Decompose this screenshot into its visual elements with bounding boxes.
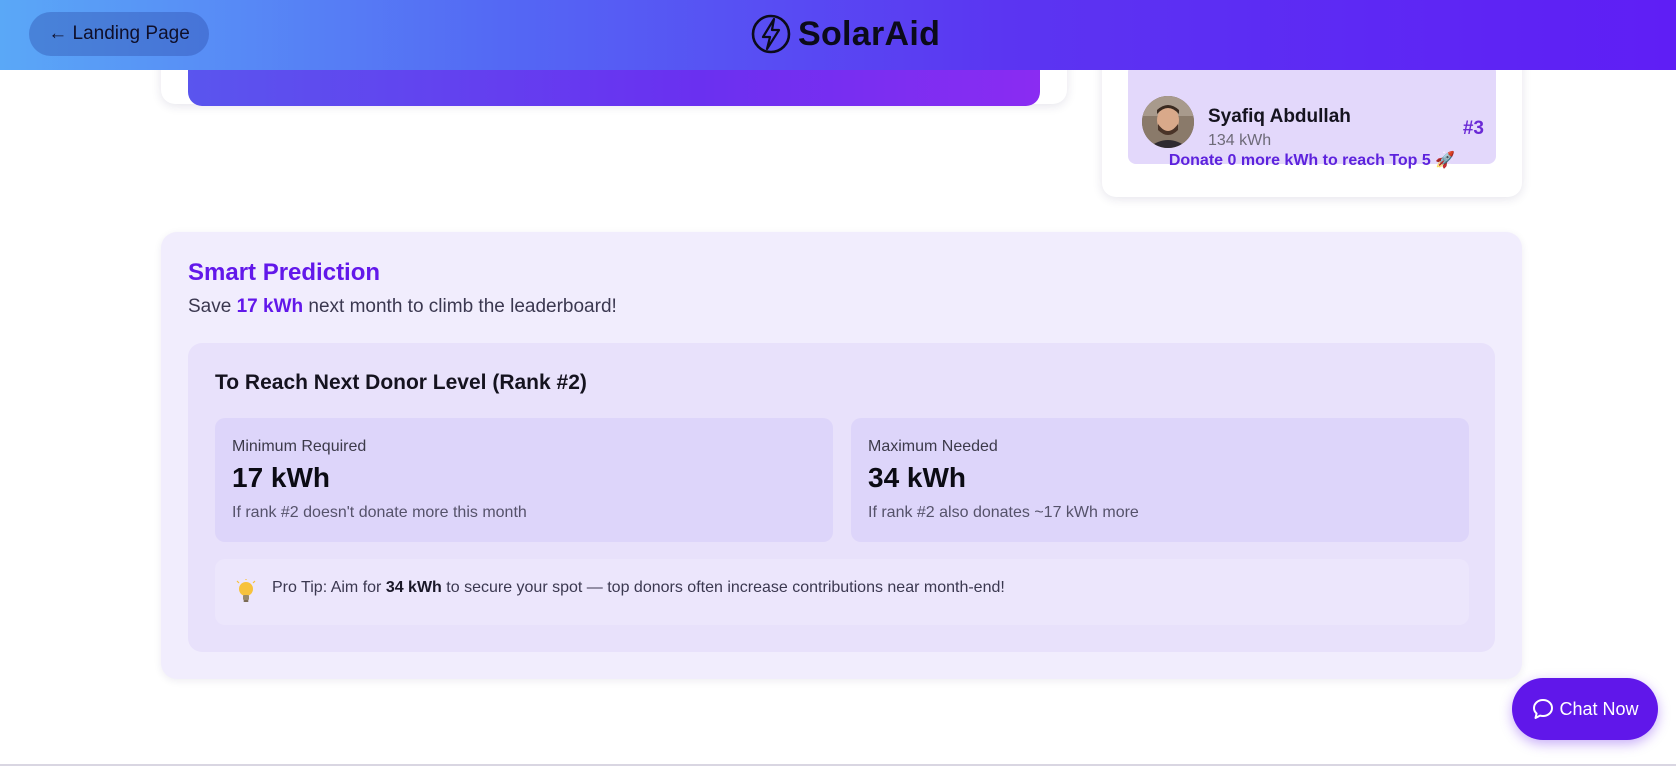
subtitle-prefix: Save	[188, 296, 237, 317]
tip-suffix: to secure your spot — top donors often i…	[441, 579, 1005, 596]
chat-now-label: Chat Now	[1559, 698, 1639, 719]
minimum-value: 17 kWh	[232, 462, 331, 493]
donate-more-note: Donate 0 more kWh to reach Top 5 🚀	[1168, 152, 1456, 169]
leader-kwh: 134 kWh	[1208, 132, 1272, 149]
maximum-value: 34 kWh	[868, 462, 967, 493]
smart-prediction-subtitle: Save 17 kWh next month to climb the lead…	[188, 296, 617, 318]
donation-progress-bar	[188, 70, 1040, 106]
leader-rank-badge: #3	[1462, 118, 1484, 139]
chat-bubble-icon	[1533, 699, 1554, 719]
pro-tip: Pro Tip: Aim for 34 kWh to secure your s…	[215, 559, 1469, 625]
tip-prefix: Pro Tip: Aim for	[272, 579, 386, 596]
subtitle-suffix: next month to climb the leaderboard!	[303, 296, 617, 317]
leader-name: Syafiq Abdullah	[1208, 106, 1351, 127]
next-level-title: To Reach Next Donor Level (Rank #2)	[215, 371, 587, 394]
pro-tip-text: Pro Tip: Aim for 34 kWh to secure your s…	[272, 579, 1005, 597]
tip-bold: 34 kWh	[385, 579, 442, 596]
maximum-note: If rank #2 also donates ~17 kWh more	[868, 504, 1139, 521]
bolt-circle-icon	[751, 14, 791, 54]
brand[interactable]: SolarAid	[750, 10, 940, 58]
maximum-needed-stat: Maximum Needed 34 kWh If rank #2 also do…	[851, 418, 1469, 542]
next-level-panel: To Reach Next Donor Level (Rank #2) Mini…	[188, 343, 1495, 652]
brand-name: SolarAid	[798, 14, 941, 53]
minimum-label: Minimum Required	[232, 438, 367, 455]
minimum-note: If rank #2 doesn't donate more this mont…	[232, 504, 527, 521]
chat-now-button[interactable]: Chat Now	[1512, 678, 1658, 740]
subtitle-highlight: 17 kWh	[236, 296, 304, 317]
lightbulb-icon	[236, 579, 256, 602]
top-navigation-bar: ← Landing Page SolarAid	[0, 0, 1676, 70]
back-to-landing-label: ← Landing Page	[48, 23, 190, 44]
smart-prediction-title: Smart Prediction	[188, 259, 381, 286]
avatar	[1142, 96, 1194, 148]
minimum-required-stat: Minimum Required 17 kWh If rank #2 doesn…	[215, 418, 833, 542]
back-to-landing-button[interactable]: ← Landing Page	[29, 12, 209, 56]
maximum-label: Maximum Needed	[868, 438, 998, 455]
smart-prediction-card: Smart Prediction Save 17 kWh next month …	[161, 232, 1522, 679]
leaderboard-entry[interactable]: Syafiq Abdullah 134 kWh #3	[1128, 64, 1496, 164]
